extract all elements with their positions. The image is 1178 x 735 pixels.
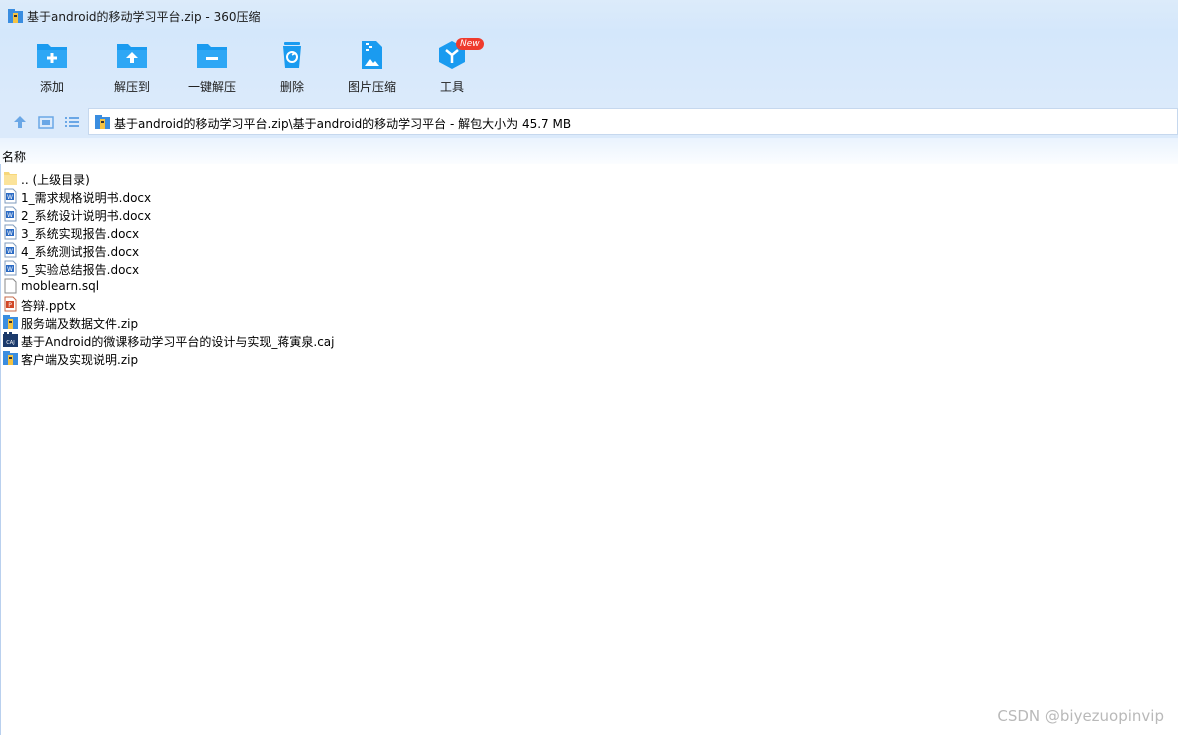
add-folder-icon: [37, 44, 67, 68]
file-row[interactable]: 服务端及数据文件.zip: [0, 313, 1178, 331]
address-path: 基于android的移动学习平台.zip\基于android的移动学习平台 - …: [114, 117, 572, 131]
docx-file-icon: W: [3, 188, 18, 204]
column-name-header[interactable]: 名称: [2, 148, 26, 165]
zip-archive-icon: [95, 115, 110, 129]
one-click-extract-button-label: 一键解压: [187, 80, 236, 94]
file-name: moblearn.sql: [21, 279, 100, 293]
image-compress-button[interactable]: 图片压缩: [332, 40, 412, 100]
tools-button[interactable]: New 工具: [412, 38, 492, 100]
file-name: 基于Android的微课移动学习平台的设计与实现_蒋寅泉.caj: [21, 335, 335, 349]
docx-file-icon: W: [3, 260, 18, 276]
docx-file-icon: W: [3, 224, 18, 240]
file-name: 2_系统设计说明书.docx: [21, 209, 152, 223]
address-row: 基于android的移动学习平台.zip\基于android的移动学习平台 - …: [0, 106, 1178, 138]
file-row[interactable]: W 4_系统测试报告.docx: [0, 241, 1178, 259]
folder-icon: [3, 170, 18, 186]
file-row[interactable]: W 5_实验总结报告.docx: [0, 259, 1178, 277]
up-arrow-icon[interactable]: [11, 113, 29, 131]
extract-to-button[interactable]: 解压到: [92, 40, 172, 100]
extract-to-button-label: 解压到: [113, 80, 150, 94]
svg-text:W: W: [7, 248, 13, 255]
file-row[interactable]: .. (上级目录): [0, 169, 1178, 187]
tools-button-label: 工具: [439, 80, 464, 94]
sql-file-icon: [3, 278, 18, 294]
svg-text:W: W: [7, 266, 13, 273]
image-compress-button-label: 图片压缩: [347, 80, 396, 94]
extract-to-icon: [117, 44, 147, 68]
zip-file-icon: [3, 350, 18, 366]
docx-file-icon: W: [3, 206, 18, 222]
svg-text:W: W: [7, 194, 13, 201]
file-name: 服务端及数据文件.zip: [21, 317, 139, 331]
zip-file-icon: [3, 314, 18, 330]
pptx-file-icon: P: [3, 296, 18, 312]
file-row[interactable]: W 1_需求规格说明书.docx: [0, 187, 1178, 205]
file-row[interactable]: moblearn.sql: [0, 277, 1178, 295]
title-bar: 基于android的移动学习平台.zip - 360压缩: [0, 0, 1178, 32]
address-bar[interactable]: 基于android的移动学习平台.zip\基于android的移动学习平台 - …: [88, 108, 1178, 135]
list-view-icon[interactable]: [63, 113, 81, 131]
image-compress-icon: [362, 41, 382, 69]
one-click-extract-button[interactable]: 一键解压: [172, 40, 252, 100]
add-button[interactable]: 添加: [12, 40, 92, 100]
file-row[interactable]: CAJ 基于Android的微课移动学习平台的设计与实现_蒋寅泉.caj: [0, 331, 1178, 349]
delete-button[interactable]: 删除: [252, 40, 332, 100]
svg-text:CAJ: CAJ: [6, 340, 14, 346]
caj-file-icon: CAJ: [3, 332, 18, 348]
thumbnail-view-icon[interactable]: [37, 113, 55, 131]
zip-archive-icon: [8, 9, 23, 23]
new-badge: New: [456, 38, 484, 50]
file-row[interactable]: 客户端及实现说明.zip: [0, 349, 1178, 367]
file-name: 1_需求规格说明书.docx: [21, 191, 152, 205]
file-name: 3_系统实现报告.docx: [21, 227, 140, 241]
file-name: 5_实验总结报告.docx: [21, 263, 140, 277]
watermark: CSDN @biyezuopinvip: [997, 707, 1164, 725]
docx-file-icon: W: [3, 242, 18, 258]
file-row[interactable]: W 3_系统实现报告.docx: [0, 223, 1178, 241]
file-list: .. (上级目录) W 1_需求规格说明书.docx W 2_系统设计说明书.docx W…: [0, 169, 1178, 367]
file-name: 客户端及实现说明.zip: [21, 353, 139, 367]
delete-button-label: 删除: [279, 80, 304, 94]
file-row[interactable]: W 2_系统设计说明书.docx: [0, 205, 1178, 223]
column-header: 名称: [0, 138, 1178, 164]
svg-text:P: P: [8, 302, 12, 309]
file-name: .. (上级目录): [21, 173, 90, 187]
file-name: 答辩.pptx: [21, 299, 76, 313]
window-title: 基于android的移动学习平台.zip - 360压缩: [27, 10, 261, 24]
toolbar: 添加 解压到 一键解压 删除 图片压缩 New 工具: [0, 32, 1178, 106]
file-name: 4_系统测试报告.docx: [21, 245, 140, 259]
file-row[interactable]: P 答辩.pptx: [0, 295, 1178, 313]
add-button-label: 添加: [39, 80, 64, 94]
svg-text:W: W: [7, 230, 13, 237]
one-click-extract-icon: [197, 44, 227, 68]
svg-text:W: W: [7, 212, 13, 219]
delete-icon: [283, 42, 301, 68]
